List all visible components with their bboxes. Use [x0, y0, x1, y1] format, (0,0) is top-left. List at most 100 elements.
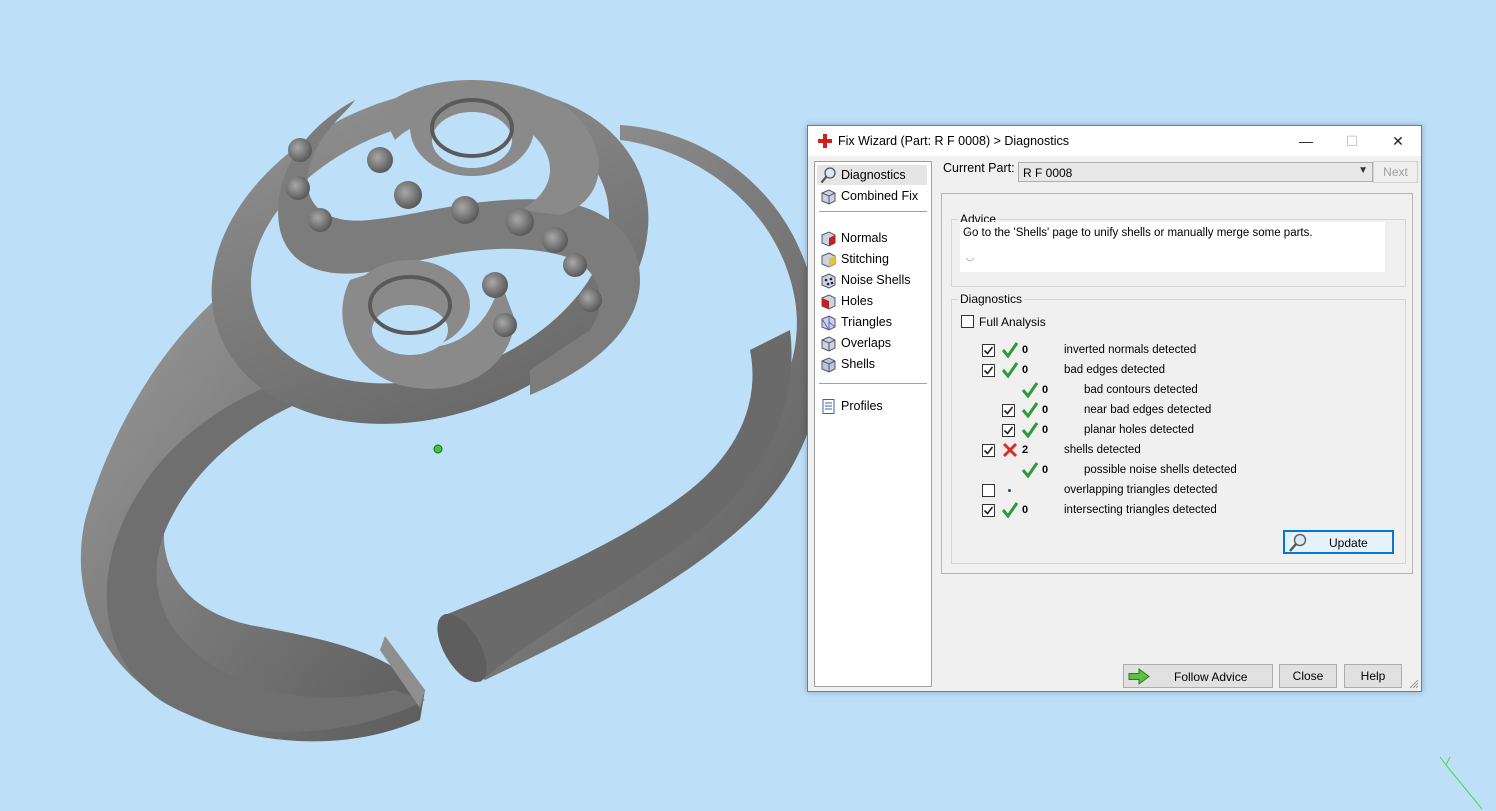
row-checkbox[interactable] — [982, 484, 995, 497]
row-checkbox[interactable] — [1002, 404, 1015, 417]
nav-item-diagnostics[interactable]: Diagnostics — [817, 165, 927, 185]
nav-item-holes[interactable]: Holes — [817, 291, 927, 311]
diag-label: overlapping triangles detected — [1064, 484, 1218, 496]
current-part-select[interactable]: R F 0008 ▼ — [1018, 162, 1373, 182]
diagnostics-panel: Advice Go to the 'Shells' page to unify … — [941, 193, 1413, 574]
nav-label: Triangles — [841, 315, 892, 329]
fix-wizard-dialog: Fix Wizard (Part: R F 0008) > Diagnostic… — [807, 125, 1422, 692]
nav-label: Profiles — [841, 399, 883, 413]
current-part-label: Current Part: — [943, 161, 1015, 175]
noise-shells-icon — [821, 272, 836, 289]
nav-item-normals[interactable]: Normals — [817, 228, 927, 248]
scroll-down-icon[interactable]: ﹀ — [963, 256, 977, 270]
cube-red-face-icon — [821, 230, 836, 247]
diag-row-shells: 2 shells detected — [952, 440, 1412, 460]
diag-row-planar-holes: 0 planar holes detected — [952, 420, 1412, 440]
diag-label: intersecting triangles detected — [1064, 504, 1217, 516]
nav-label: Noise Shells — [841, 273, 911, 287]
diag-count: 0 — [1042, 384, 1049, 396]
cube-hole-icon — [821, 293, 836, 310]
nav-separator — [819, 211, 927, 212]
ok-check-icon — [1021, 402, 1039, 419]
diag-row-noise-shells: 0 possible noise shells detected — [952, 460, 1412, 480]
pending-dot-icon — [1008, 489, 1011, 492]
full-analysis-label: Full Analysis — [979, 315, 1046, 329]
follow-advice-label: Follow Advice — [1174, 670, 1248, 684]
diag-label: bad contours detected — [1084, 384, 1198, 396]
chevron-down-icon: ▼ — [1358, 165, 1368, 176]
cube-triangles-icon — [821, 314, 836, 331]
pivot-marker — [433, 444, 443, 454]
diag-count: 2 — [1022, 444, 1029, 456]
ok-check-icon — [1021, 422, 1039, 439]
update-label: Update — [1329, 536, 1368, 550]
advice-group: Advice Go to the 'Shells' page to unify … — [951, 212, 1406, 287]
diag-label: shells detected — [1064, 444, 1141, 456]
dialog-title: Fix Wizard (Part: R F 0008) > Diagnostic… — [838, 134, 1069, 148]
diag-row-bad-contours: 0 bad contours detected — [952, 380, 1412, 400]
title-bar[interactable]: Fix Wizard (Part: R F 0008) > Diagnostic… — [808, 126, 1421, 156]
diag-count: 0 — [1042, 424, 1049, 436]
row-checkbox[interactable] — [982, 364, 995, 377]
magnifier-icon — [1289, 533, 1307, 552]
diag-label: bad edges detected — [1064, 364, 1166, 376]
ok-check-icon — [1001, 362, 1019, 379]
full-analysis-checkbox[interactable] — [961, 315, 974, 328]
nav-item-shells[interactable]: Shells — [817, 354, 927, 374]
update-button[interactable]: Update — [1283, 530, 1394, 554]
nav-label: Normals — [841, 231, 888, 245]
diag-row-intersecting-triangles: 0 intersecting triangles detected — [952, 500, 1412, 520]
diag-label: planar holes detected — [1084, 424, 1194, 436]
red-cross-icon — [818, 134, 832, 148]
ok-check-icon — [1021, 382, 1039, 399]
help-button[interactable]: Help — [1344, 664, 1402, 688]
advice-textbox[interactable]: Go to the 'Shells' page to unify shells … — [960, 222, 1385, 272]
nav-item-overlaps[interactable]: Overlaps — [817, 333, 927, 353]
row-checkbox[interactable] — [982, 444, 995, 457]
maximize-button[interactable]: ☐ — [1329, 126, 1375, 156]
diag-count: 0 — [1042, 404, 1049, 416]
scroll-up-icon[interactable]: ︿ — [963, 224, 977, 238]
diag-count: 0 — [1042, 464, 1049, 476]
close-window-button[interactable]: ✕ — [1375, 126, 1421, 156]
diagnostics-group: Diagnostics Full Analysis 0 inverted nor… — [951, 292, 1406, 564]
nav-label: Overlaps — [841, 336, 892, 350]
diag-count: 0 — [1022, 344, 1029, 356]
next-button[interactable]: Next — [1373, 161, 1418, 183]
cube-stitch-icon — [821, 251, 836, 268]
current-part-value: R F 0008 — [1023, 166, 1073, 180]
follow-advice-button[interactable]: Follow Advice — [1123, 664, 1273, 688]
document-icon — [822, 398, 835, 414]
row-checkbox[interactable] — [1002, 424, 1015, 437]
nav-label: Combined Fix — [841, 189, 919, 203]
cube-overlaps-icon — [821, 335, 836, 352]
diag-label: possible noise shells detected — [1084, 464, 1237, 476]
nav-item-combined-fix[interactable]: Combined Fix — [817, 186, 927, 206]
resize-grip-icon[interactable] — [1409, 679, 1419, 689]
nav-label: Diagnostics — [841, 168, 906, 182]
wizard-nav: Diagnostics Combined Fix Normals Stitchi… — [814, 161, 932, 687]
diag-count: 0 — [1022, 364, 1029, 376]
diag-count: 0 — [1022, 504, 1029, 516]
minimize-button[interactable]: — — [1283, 126, 1329, 156]
nav-separator — [819, 383, 927, 384]
nav-item-stitching[interactable]: Stitching — [817, 249, 927, 269]
diag-row-bad-edges: 0 bad edges detected — [952, 360, 1412, 380]
nav-item-profiles[interactable]: Profiles — [817, 396, 927, 416]
axis-triad-icon — [1439, 756, 1483, 810]
diagnostics-title: Diagnostics — [958, 292, 1025, 306]
close-button[interactable]: Close — [1279, 664, 1337, 688]
ok-check-icon — [1021, 462, 1039, 479]
green-arrow-right-icon — [1128, 668, 1150, 685]
diag-row-inverted-normals: 0 inverted normals detected — [952, 340, 1412, 360]
nav-item-triangles[interactable]: Triangles — [817, 312, 927, 332]
ok-check-icon — [1001, 342, 1019, 359]
row-checkbox[interactable] — [982, 504, 995, 517]
cube-shells-icon — [821, 356, 836, 373]
error-x-icon — [1002, 442, 1018, 458]
ok-check-icon — [1001, 502, 1019, 519]
nav-label: Holes — [841, 294, 873, 308]
cube-icon — [821, 188, 836, 205]
nav-item-noise-shells[interactable]: Noise Shells — [817, 270, 927, 290]
row-checkbox[interactable] — [982, 344, 995, 357]
